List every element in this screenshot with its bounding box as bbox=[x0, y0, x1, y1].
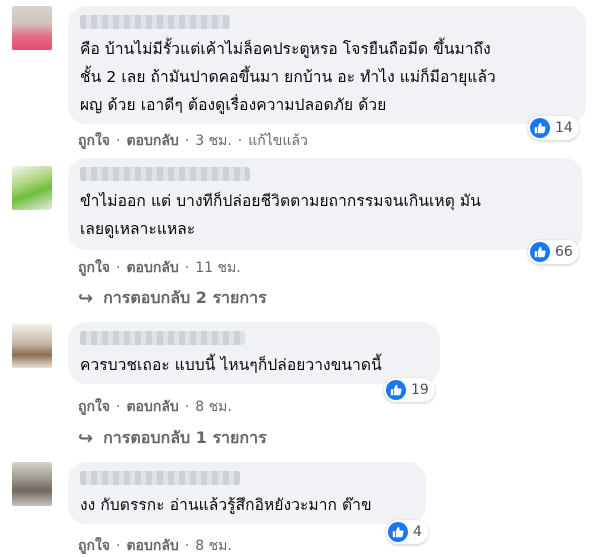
like-link[interactable]: ถูกใจ bbox=[78, 257, 110, 279]
separator: · bbox=[184, 538, 190, 554]
avatar[interactable] bbox=[12, 166, 52, 210]
separator: · bbox=[237, 133, 243, 149]
reply-arrow-icon: ↪ bbox=[78, 288, 94, 309]
comment-actions: ถูกใจ · ตอบกลับ · 3 ชม. · แก้ไขแล้ว bbox=[78, 130, 308, 152]
comment-bubble: คือ บ้านไม่มีรั้วแต่เค้าไม่ล็อคประตูหรอ … bbox=[68, 6, 586, 124]
reaction-badge[interactable]: 14 bbox=[528, 116, 579, 140]
separator: · bbox=[116, 133, 121, 149]
reaction-count: 4 bbox=[413, 524, 422, 540]
separator: · bbox=[116, 538, 121, 554]
like-link[interactable]: ถูกใจ bbox=[78, 130, 110, 152]
like-icon bbox=[386, 380, 406, 400]
comment-text-line: ควรบวชเถอะ แบบนี้ ไหนๆก็ปล่อยวางขนาดนี้ bbox=[80, 356, 382, 374]
reaction-badge[interactable]: 4 bbox=[386, 520, 428, 544]
timestamp[interactable]: 8 ชม. bbox=[195, 396, 232, 418]
reaction-count: 66 bbox=[555, 244, 573, 260]
comment-text-line: ขำไม่ออก แต่ บางทีก็ปล่อยชีวิตตามยถากรรม… bbox=[80, 192, 481, 210]
reaction-count: 14 bbox=[555, 120, 573, 136]
comment-text-line: งง กับตรรกะ อ่านแล้วรู้สึกอิหยังวะมาก ต๊… bbox=[80, 496, 372, 514]
like-icon bbox=[388, 522, 408, 542]
comment-bubble: ควรบวชเถอะ แบบนี้ ไหนๆก็ปล่อยวางขนาดนี้ bbox=[68, 322, 440, 384]
comment-text-line: คือ บ้านไม่มีรั้วแต่เค้าไม่ล็อคประตูหรอ … bbox=[80, 40, 491, 58]
avatar[interactable] bbox=[12, 6, 52, 50]
replies-count-label[interactable]: การตอบกลับ 2 รายการ bbox=[103, 286, 267, 311]
like-icon bbox=[530, 242, 550, 262]
like-icon bbox=[530, 118, 550, 138]
comment-bubble: งง กับตรรกะ อ่านแล้วรู้สึกอิหยังวะมาก ต๊… bbox=[68, 462, 426, 524]
view-replies-link[interactable]: ↪ การตอบกลับ 1 รายการ bbox=[78, 426, 267, 451]
comment-bubble: ขำไม่ออก แต่ บางทีก็ปล่อยชีวิตตามยถากรรม… bbox=[68, 158, 583, 250]
replies-count-label[interactable]: การตอบกลับ 1 รายการ bbox=[103, 426, 267, 451]
comment-text-line: เลยดูเหลาะแหละ bbox=[80, 220, 196, 238]
reply-link[interactable]: ตอบกลับ bbox=[126, 396, 178, 418]
edited-label: แก้ไขแล้ว bbox=[248, 133, 308, 149]
avatar[interactable] bbox=[12, 462, 52, 506]
comment-actions: ถูกใจ · ตอบกลับ · 8 ชม. bbox=[78, 396, 232, 418]
reaction-badge[interactable]: 66 bbox=[528, 240, 579, 264]
separator: · bbox=[184, 260, 190, 276]
timestamp[interactable]: 11 ชม. bbox=[195, 257, 240, 279]
reply-link[interactable]: ตอบกลับ bbox=[126, 257, 178, 279]
like-link[interactable]: ถูกใจ bbox=[78, 396, 110, 418]
author-name-blurred[interactable] bbox=[80, 15, 230, 29]
author-name-blurred[interactable] bbox=[80, 167, 250, 181]
view-replies-link[interactable]: ↪ การตอบกลับ 2 รายการ bbox=[78, 286, 267, 311]
reaction-count: 19 bbox=[411, 382, 429, 398]
separator: · bbox=[184, 133, 190, 149]
separator: · bbox=[116, 260, 121, 276]
comment-actions: ถูกใจ · ตอบกลับ · 11 ชม. bbox=[78, 257, 241, 279]
comment-text-line: ชั้น 2 เลย ถ้ามันปาดคอขึ้นมา ยกบ้าน อะ ท… bbox=[80, 68, 496, 86]
avatar[interactable] bbox=[12, 324, 52, 368]
separator: · bbox=[116, 399, 121, 415]
author-name-blurred[interactable] bbox=[80, 471, 240, 485]
separator: · bbox=[184, 399, 190, 415]
author-name-blurred[interactable] bbox=[80, 331, 245, 345]
reply-link[interactable]: ตอบกลับ bbox=[126, 130, 178, 152]
comment-text-line: ผญ ด้วย เอาดีๆ ต้องดูเรื่องความปลอดภัย ด… bbox=[80, 96, 387, 114]
timestamp[interactable]: 3 ชม. bbox=[195, 130, 232, 152]
reply-arrow-icon: ↪ bbox=[78, 428, 94, 449]
reaction-badge[interactable]: 19 bbox=[384, 378, 435, 402]
